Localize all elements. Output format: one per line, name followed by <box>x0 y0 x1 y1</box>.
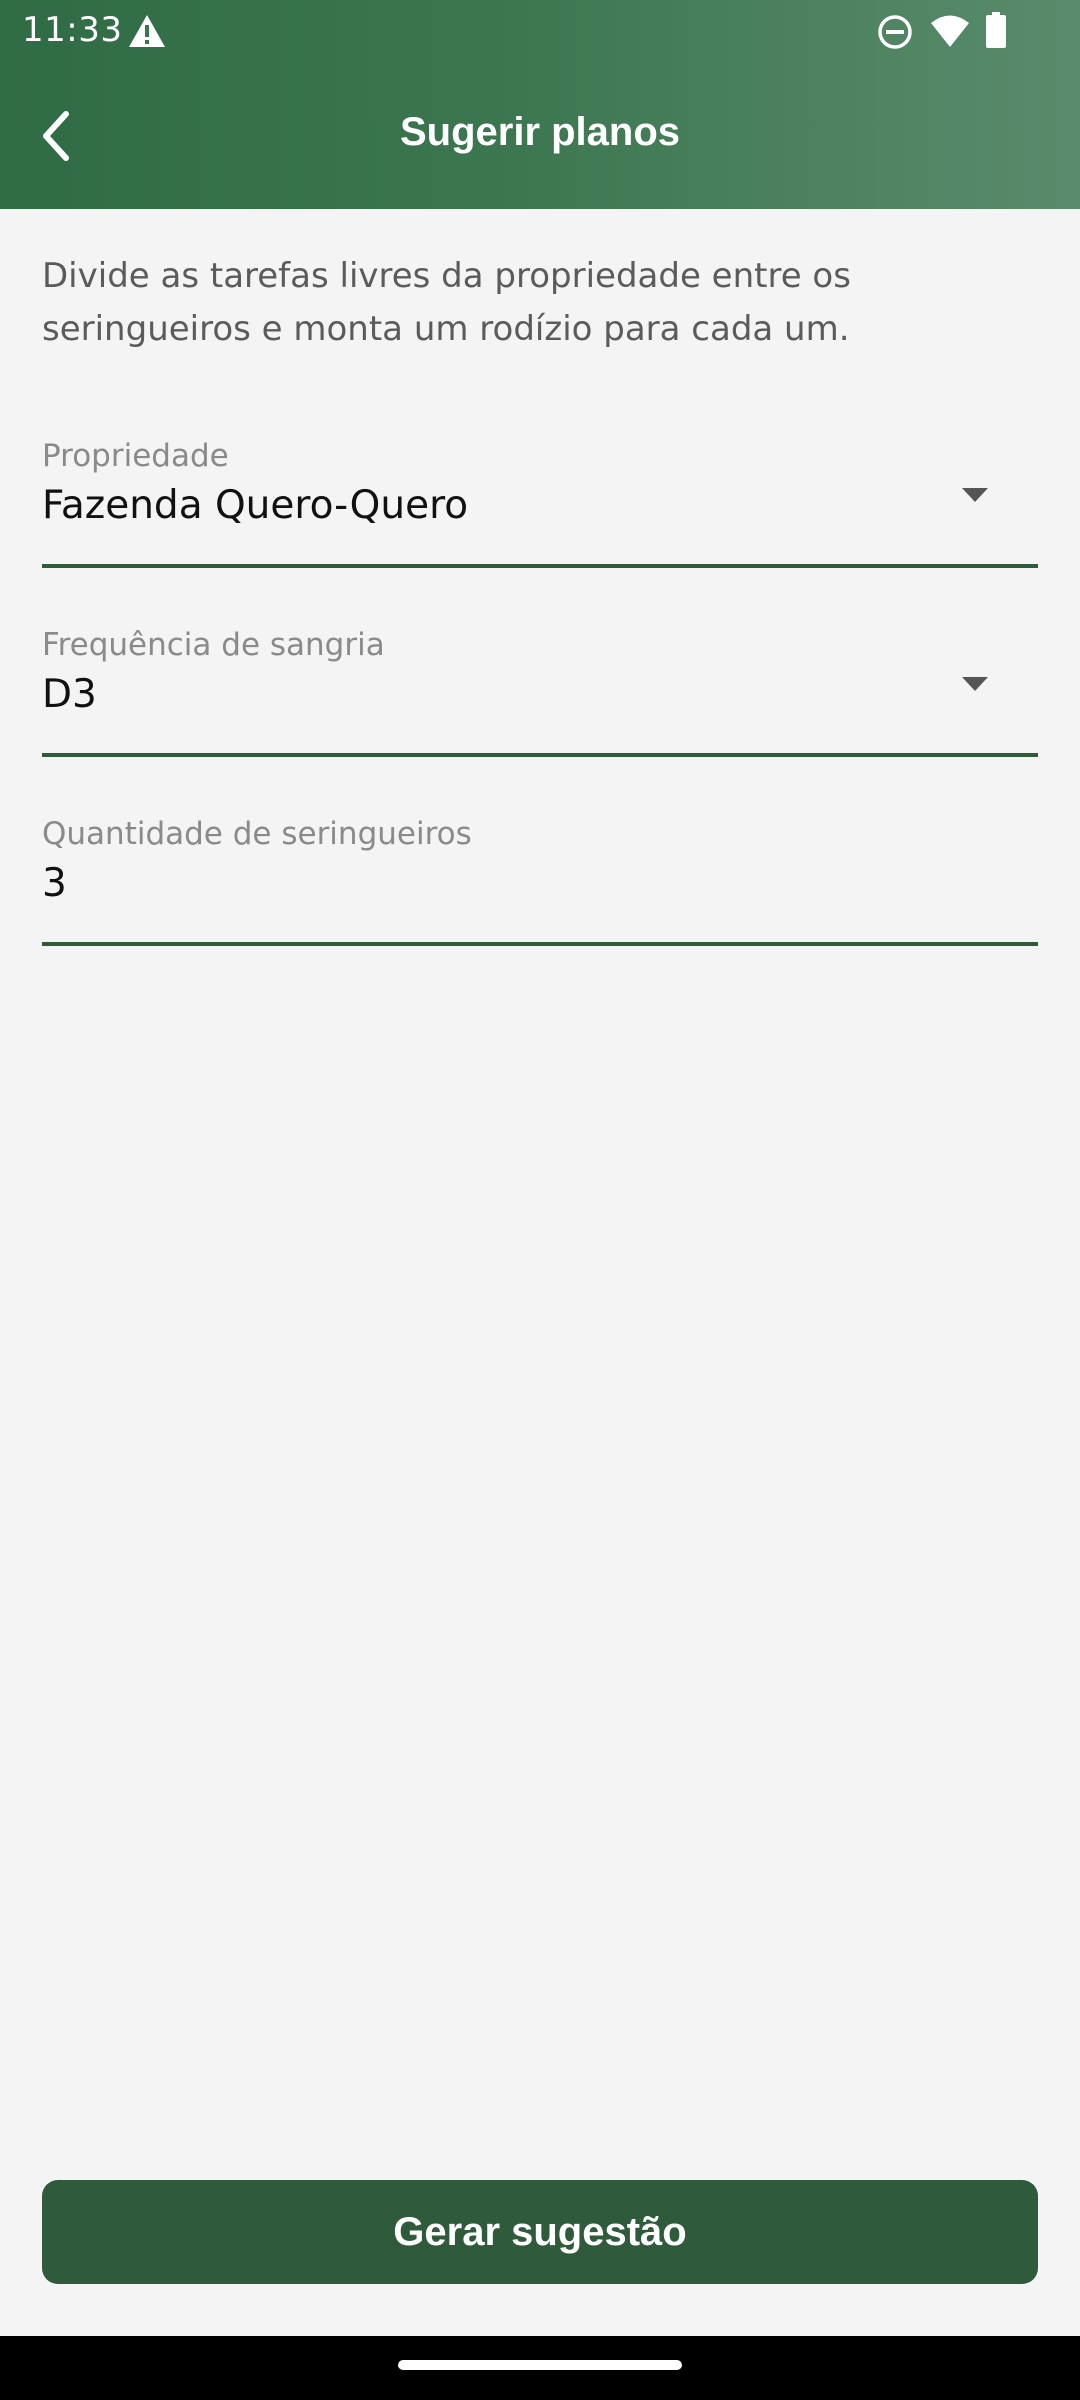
propriedade-label: Propriedade <box>42 438 229 474</box>
dropdown-arrow-icon <box>962 677 988 691</box>
generate-suggestion-button[interactable]: Gerar sugestão <box>42 2180 1038 2284</box>
battery-icon <box>986 12 1006 48</box>
description-text: Divide as tarefas livres da propriedade … <box>42 256 851 349</box>
quantidade-label: Quantidade de seringueiros <box>42 816 472 852</box>
wifi-icon <box>931 15 969 47</box>
page-title: Sugerir planos <box>399 110 681 154</box>
screen: 11:33 Sugerir planos Divide as tarefas l… <box>0 0 1080 2400</box>
navigation-bar <box>0 2336 1080 2400</box>
header: 11:33 Sugerir planos <box>0 0 1080 209</box>
do-not-disturb-icon <box>878 15 912 49</box>
frequencia-value: D3 <box>42 672 97 717</box>
quantidade-input[interactable]: Quantidade de seringueiros 3 <box>42 816 1038 946</box>
frequencia-label: Frequência de sangria <box>42 627 385 663</box>
warning-icon <box>129 15 165 47</box>
home-indicator[interactable] <box>398 2360 682 2370</box>
propriedade-dropdown[interactable]: Propriedade Fazenda Quero-Quero <box>42 438 1038 568</box>
quantidade-value[interactable]: 3 <box>42 861 67 906</box>
propriedade-value: Fazenda Quero-Quero <box>42 483 469 528</box>
frequencia-dropdown[interactable]: Frequência de sangria D3 <box>42 627 1038 757</box>
status-time: 11:33 <box>22 10 123 50</box>
dropdown-arrow-icon <box>962 488 988 502</box>
status-bar: 11:33 <box>0 0 1080 64</box>
app-bar: Sugerir planos <box>0 64 1080 209</box>
